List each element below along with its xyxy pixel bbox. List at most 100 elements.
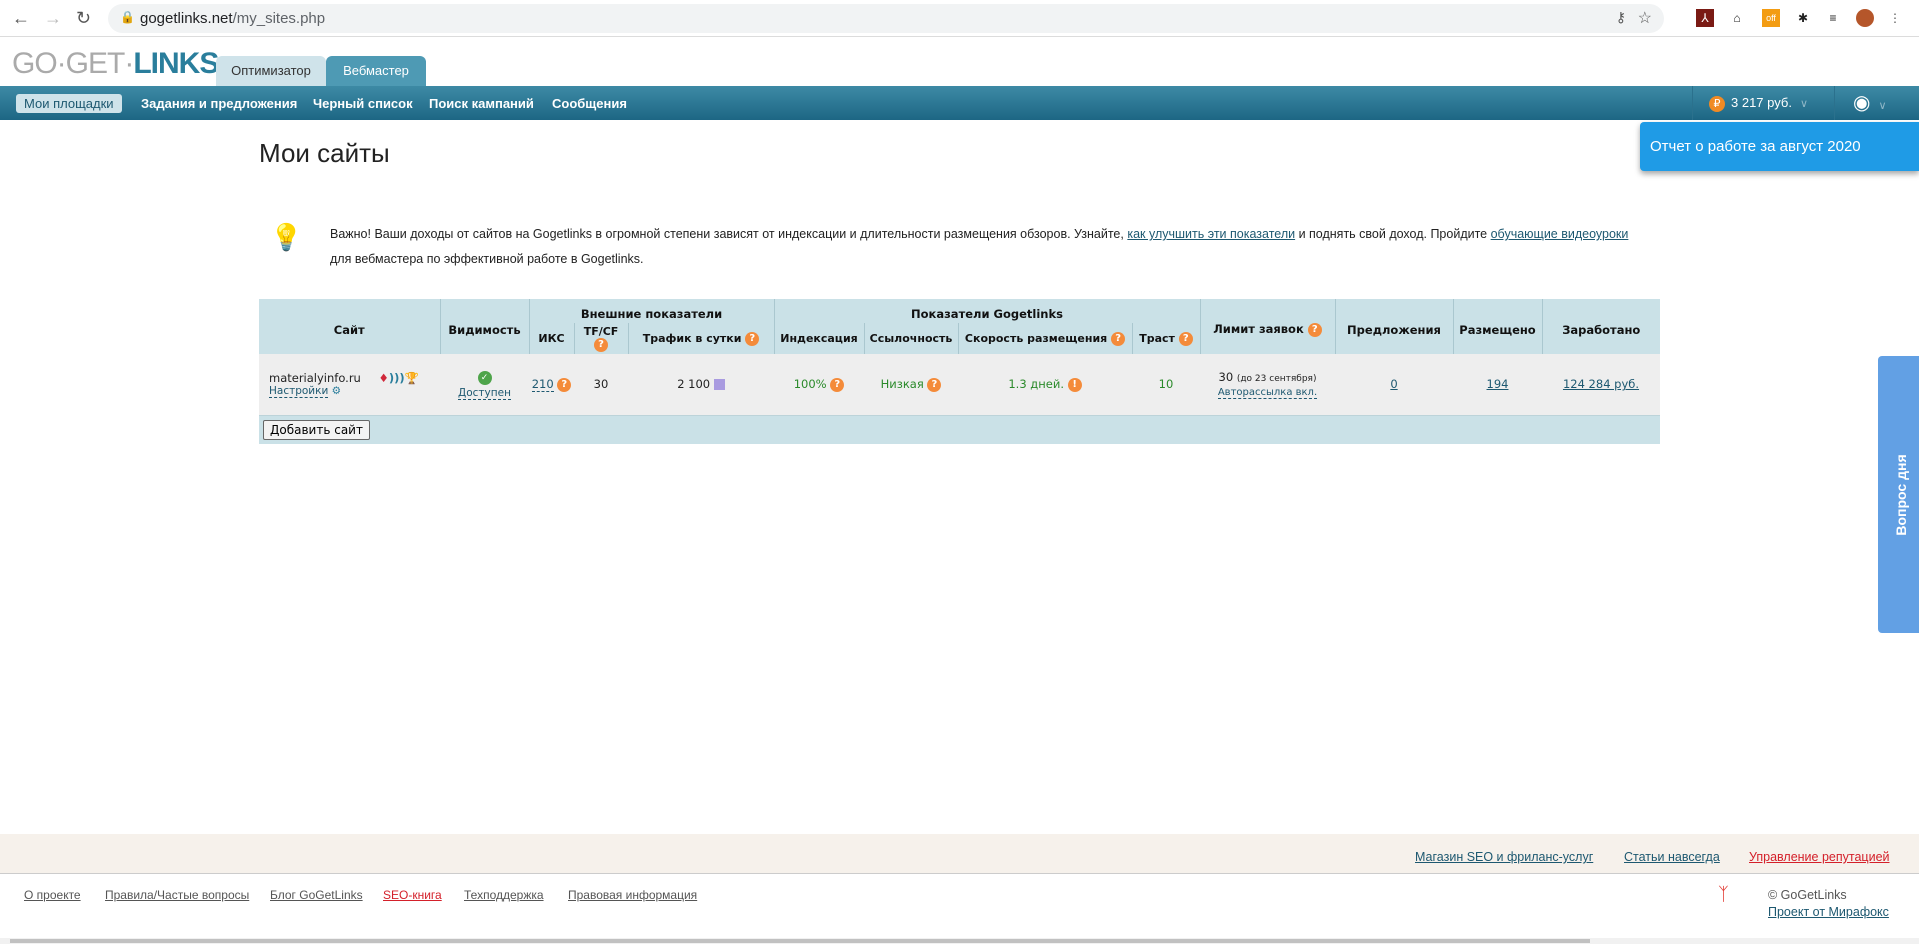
nav-my-sites[interactable]: Мои площадки	[16, 94, 122, 113]
chart-icon[interactable]	[713, 379, 725, 391]
trophy-icon: 🏆	[404, 371, 419, 386]
logo-part1: GO·GET·	[12, 47, 134, 80]
help-icon[interactable]: ?	[745, 331, 760, 346]
col-speed: Скорость размещения ?	[957, 323, 1132, 354]
placed-link[interactable]: 194	[1487, 377, 1509, 391]
off-extension-icon[interactable]: off	[1762, 9, 1780, 27]
new-extension-icon[interactable]: ⌂	[1728, 9, 1746, 27]
avatar[interactable]	[1856, 9, 1874, 27]
mirafox-logo: ᛉ	[1718, 884, 1729, 905]
speed-cell: 1.3 дней. !	[958, 354, 1132, 416]
puzzle-icon[interactable]: ✱	[1794, 9, 1812, 27]
earned-link[interactable]: 124 284 руб.	[1563, 377, 1639, 391]
horizontal-scrollbar[interactable]	[0, 938, 1919, 944]
playlist-icon[interactable]: ≡	[1824, 9, 1842, 27]
url-path: /my_sites.php	[232, 10, 326, 27]
address-bar[interactable]: 🔒 gogetlinks.net/my_sites.php ⚷ ☆	[108, 4, 1664, 33]
col-linkage: Ссылочность	[863, 323, 958, 354]
nav-campaign-search[interactable]: Поиск кампаний	[421, 94, 542, 113]
col-offers: Предложения	[1334, 299, 1453, 354]
notice-text: для вебмастера по эффективной работе в G…	[330, 252, 644, 266]
footer-link-seo-book[interactable]: SEO-книга	[383, 888, 442, 902]
menu-icon[interactable]: ⋮	[1886, 9, 1904, 27]
question-of-day-tab[interactable]: Вопрос дня	[1878, 356, 1919, 633]
nav-tasks[interactable]: Задания и предложения	[133, 94, 305, 113]
tab-webmaster[interactable]: Вебмастер	[326, 56, 426, 86]
col-trust: Траст ?	[1131, 323, 1200, 354]
footer-link-rules[interactable]: Правила/Частые вопросы	[105, 888, 249, 902]
video-lessons-link[interactable]: обучающие видеоуроки	[1491, 227, 1629, 241]
copyright: © GoGetLinks	[1768, 888, 1847, 902]
col-limit-label: Лимит заявок	[1213, 322, 1304, 337]
col-placed: Размещено	[1452, 299, 1542, 354]
browser-toolbar: ← → ↻ 🔒 gogetlinks.net/my_sites.php ⚷ ☆ …	[0, 0, 1919, 37]
help-icon[interactable]: ?	[1178, 331, 1193, 346]
check-icon: ✓	[477, 371, 492, 386]
footer-link-reputation[interactable]: Управление репутацией	[1749, 850, 1890, 864]
help-icon[interactable]: ?	[1111, 331, 1126, 346]
improve-link[interactable]: как улучшить эти показатели	[1127, 227, 1295, 241]
help-icon[interactable]: ?	[830, 377, 845, 392]
star-icon[interactable]: ☆	[1638, 8, 1652, 28]
limit-value: 30	[1218, 370, 1234, 385]
question-of-day-label: Вопрос дня	[1892, 453, 1909, 536]
help-icon[interactable]: ?	[557, 377, 572, 392]
forward-icon[interactable]: →	[44, 8, 62, 29]
col-speed-label: Скорость размещения	[964, 331, 1108, 345]
warning-icon[interactable]: !	[1067, 377, 1082, 392]
offers-link[interactable]: 0	[1390, 377, 1397, 391]
col-tfcf-label: TF/CF	[583, 325, 619, 338]
notice-text: и поднять свой доход. Пройдите	[1295, 227, 1491, 241]
logo-part2: LINKS	[133, 47, 219, 80]
mirafox-link[interactable]: Проект от Мирафокс	[1768, 905, 1889, 919]
back-icon[interactable]: ←	[12, 8, 30, 29]
scrollbar-thumb[interactable]	[10, 939, 1590, 943]
iks-link[interactable]: 210	[531, 377, 554, 392]
logo[interactable]: GO·GET·LINKS	[12, 47, 219, 81]
traffic-value: 2 100	[677, 377, 711, 392]
gear-icon[interactable]: ⚙	[332, 385, 341, 397]
earned-cell: 124 284 руб.	[1542, 354, 1660, 416]
visibility-link[interactable]: Доступен	[458, 387, 511, 401]
gem-icon: ♦	[378, 371, 389, 386]
key-icon[interactable]: ⚷	[1616, 9, 1626, 26]
footer-link-articles[interactable]: Статьи навсегда	[1624, 850, 1720, 864]
user-icon: ◉	[1853, 92, 1871, 114]
fox-icon: ᛉ	[1718, 884, 1729, 904]
reload-icon[interactable]: ↻	[76, 8, 91, 29]
balance-dropdown[interactable]: ₽3 217 руб. ∨	[1692, 86, 1832, 120]
help-icon[interactable]: ?	[1307, 322, 1322, 337]
col-earned: Заработано	[1541, 299, 1660, 354]
sites-table: Сайт Видимость Внешние показатели Показа…	[259, 299, 1660, 444]
col-indexation: Индексация	[773, 323, 864, 354]
tab-optimizer[interactable]: Оптимизатор	[216, 56, 326, 86]
trust-cell: 10	[1132, 354, 1200, 416]
offers-cell: 0	[1335, 354, 1453, 416]
help-icon[interactable]: ?	[927, 377, 942, 392]
help-icon[interactable]: ?	[594, 338, 608, 352]
linkage-cell: Низкая ?	[864, 354, 958, 416]
chevron-down-icon: ∨	[1878, 100, 1887, 112]
limit-cell: 30 (до 23 сентября) Авторассылка вкл.	[1200, 354, 1335, 416]
site-cell: materialyinfo.ru ♦)))🏆 Настройки ⚙	[259, 354, 440, 416]
footer-link-legal[interactable]: Правовая информация	[568, 888, 697, 902]
nav-blacklist[interactable]: Черный список	[305, 94, 421, 113]
pdf-extension-icon[interactable]: ⅄	[1696, 9, 1714, 27]
footer-link-support[interactable]: Техподдержка	[464, 888, 544, 902]
col-site: Сайт	[259, 299, 440, 354]
report-popup[interactable]: Отчет о работе за август 2020	[1640, 122, 1919, 171]
notice-text: Важно! Ваши доходы от сайтов на Gogetlin…	[330, 227, 1128, 241]
footer-link-about[interactable]: О проекте	[24, 888, 81, 902]
nav-messages[interactable]: Сообщения	[544, 94, 635, 113]
settings-link[interactable]: Настройки	[269, 385, 329, 399]
user-menu[interactable]: ◉ ∨	[1834, 86, 1919, 120]
url-host: gogetlinks.net	[140, 10, 233, 27]
autosend-link[interactable]: Авторассылка вкл.	[1217, 387, 1318, 400]
indexation-value: 100%	[793, 377, 827, 391]
footer-link-seo-shop[interactable]: Магазин SEO и фриланс-услуг	[1415, 850, 1593, 864]
main-nav: Мои площадки Задания и предложения Черны…	[0, 86, 1919, 120]
indexation-cell: 100% ?	[774, 354, 864, 416]
col-limit: Лимит заявок ?	[1199, 299, 1335, 354]
add-site-button[interactable]: Добавить сайт	[263, 419, 370, 440]
footer-link-blog[interactable]: Блог GoGetLinks	[270, 888, 363, 902]
